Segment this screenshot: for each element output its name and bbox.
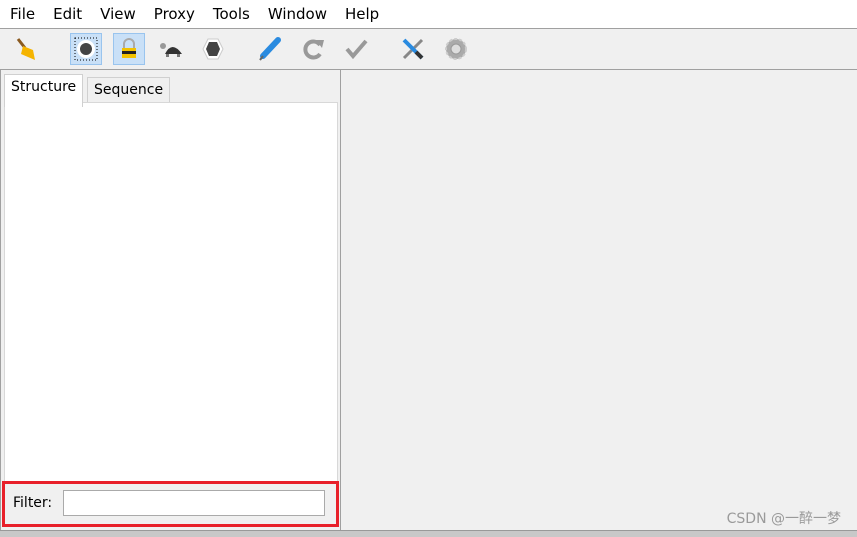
filter-input[interactable] (63, 490, 325, 516)
menu-tools[interactable]: Tools (203, 5, 258, 23)
repeat-button[interactable] (297, 33, 329, 65)
structure-tree[interactable] (4, 102, 338, 482)
settings-button[interactable] (440, 33, 472, 65)
tools-icon (402, 38, 424, 60)
repeat-icon (303, 39, 324, 60)
menu-file[interactable]: File (0, 5, 43, 23)
clear-session-button[interactable] (10, 33, 42, 65)
broom-icon (16, 38, 35, 60)
throttling-button[interactable] (156, 33, 188, 65)
record-icon (74, 37, 98, 61)
compose-button[interactable] (254, 33, 286, 65)
check-icon (345, 39, 368, 60)
breakpoints-button[interactable] (197, 33, 229, 65)
tab-structure[interactable]: Structure (4, 74, 84, 107)
menu-edit[interactable]: Edit (43, 5, 90, 23)
menu-proxy[interactable]: Proxy (144, 5, 203, 23)
tools-button[interactable] (397, 33, 429, 65)
gear-icon (445, 38, 467, 60)
menu-view[interactable]: View (90, 5, 144, 23)
toolbar (0, 28, 857, 70)
menu-help[interactable]: Help (335, 5, 387, 23)
detail-panel (341, 70, 857, 530)
ssl-lock-icon (122, 38, 136, 58)
validate-button[interactable] (340, 33, 372, 65)
breakpoint-icon (202, 38, 224, 60)
left-panel: Structure Sequence Filter: (0, 70, 341, 530)
record-button[interactable] (70, 33, 102, 65)
menu-bar: File Edit View Proxy Tools Window Help (0, 0, 857, 28)
menu-window[interactable]: Window (258, 5, 335, 23)
filter-label: Filter: (13, 495, 53, 511)
watermark: CSDN @一醉一梦 (726, 511, 841, 527)
pen-icon (259, 37, 281, 61)
ssl-proxying-button[interactable] (113, 33, 145, 65)
filter-bar: Filter: (2, 481, 339, 527)
turtle-icon (160, 43, 182, 57)
